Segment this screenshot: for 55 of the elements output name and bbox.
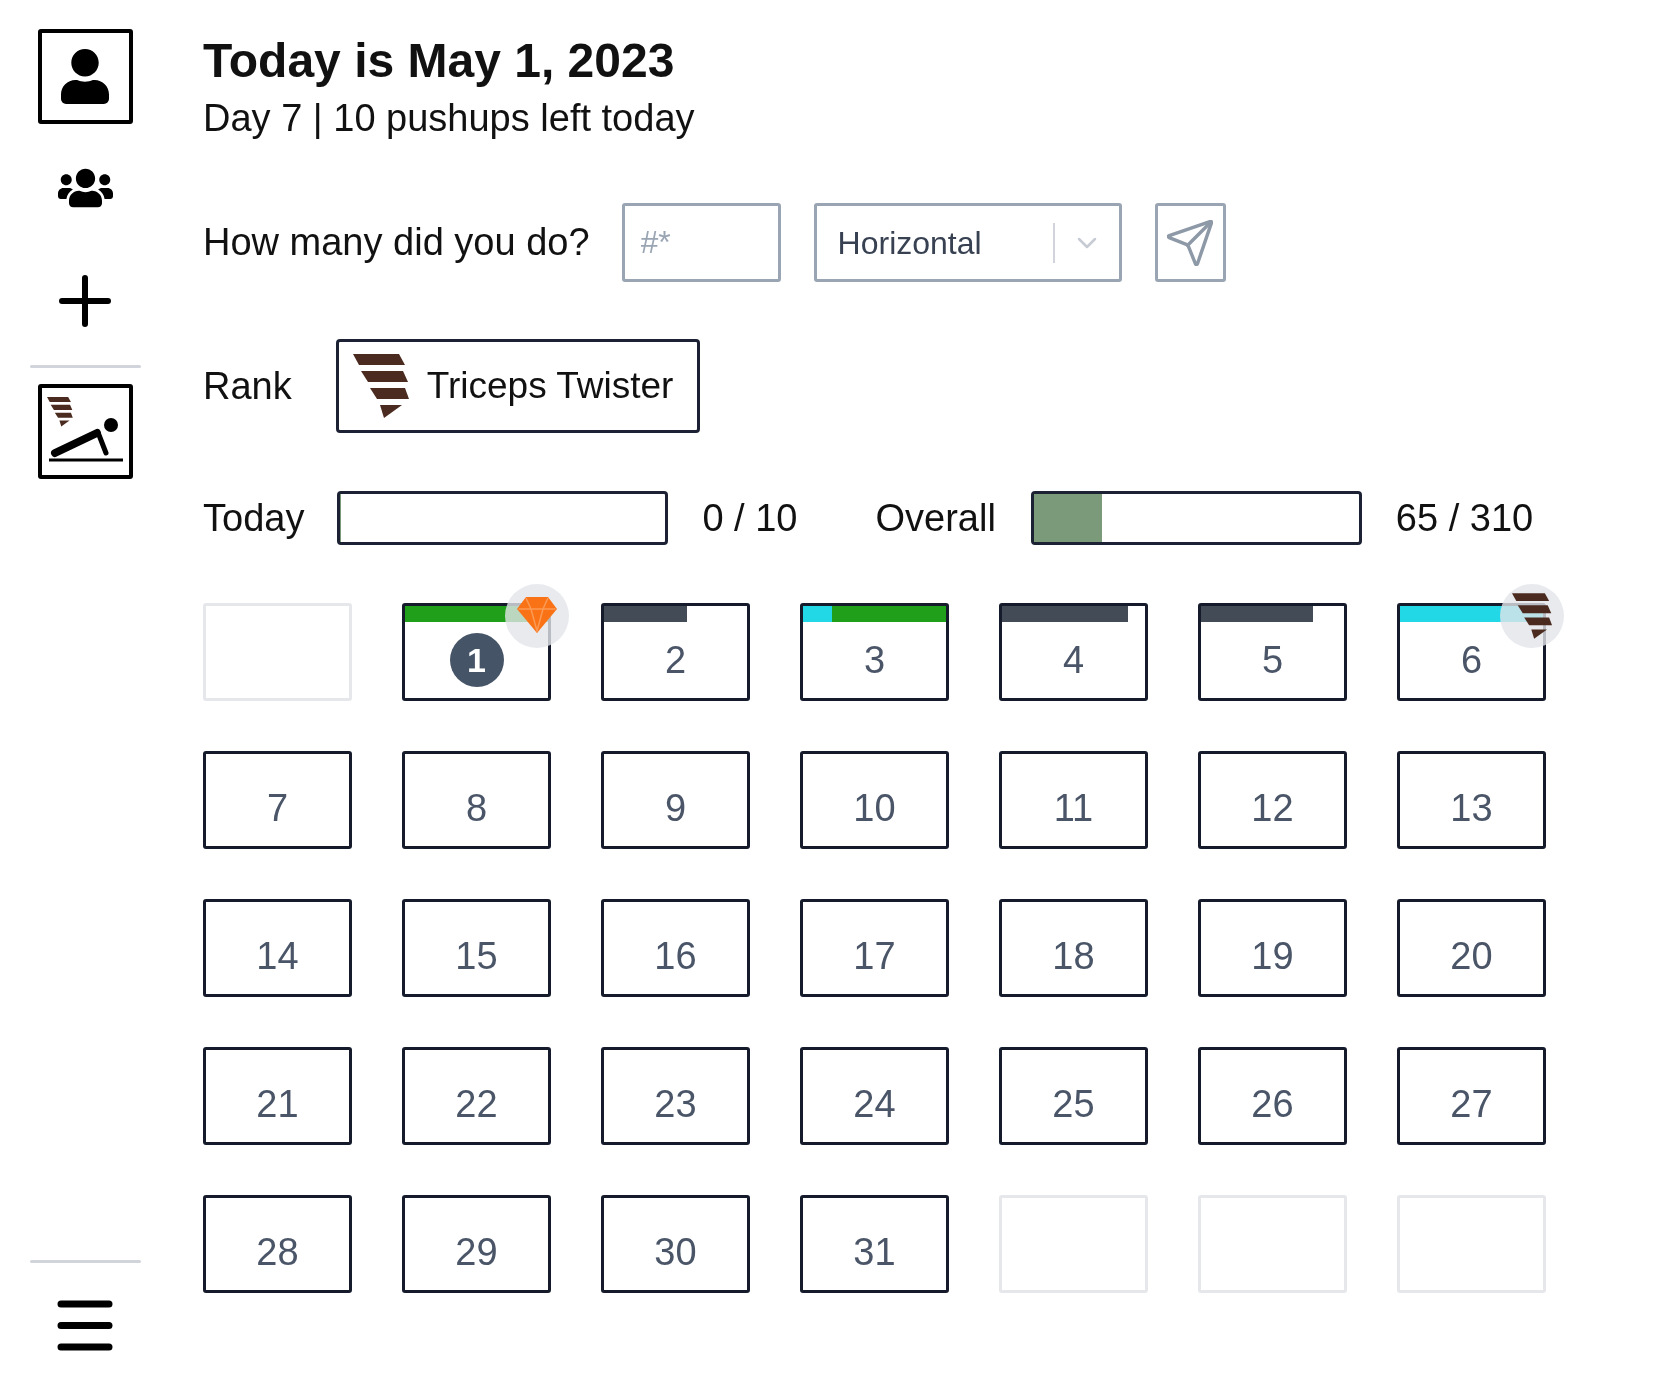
day-number: 6 xyxy=(1460,641,1483,679)
day-number: 8 xyxy=(465,789,488,827)
count-prompt: How many did you do? xyxy=(203,220,590,265)
day-number: 10 xyxy=(853,789,896,827)
rank-label: Rank xyxy=(203,363,292,409)
progress-label: Today xyxy=(203,495,305,541)
send-button[interactable] xyxy=(1154,203,1226,282)
send-icon xyxy=(1167,219,1214,266)
day-number: 1 xyxy=(449,633,504,687)
day-number: 30 xyxy=(654,1233,697,1271)
day-number: 3 xyxy=(863,641,886,679)
day-number: 31 xyxy=(853,1233,896,1271)
add-button[interactable] xyxy=(59,275,111,327)
day-number: 11 xyxy=(1053,789,1094,827)
plus-icon xyxy=(59,275,111,327)
day-number: 21 xyxy=(256,1085,299,1123)
person-icon xyxy=(61,49,109,104)
menu-button[interactable] xyxy=(57,1300,113,1351)
count-input[interactable]: #* xyxy=(621,203,781,282)
group-icon xyxy=(57,166,113,210)
day-number: 2 xyxy=(664,641,687,679)
day-number: 26 xyxy=(1251,1085,1294,1123)
day-number: 28 xyxy=(256,1233,299,1271)
day-number: 24 xyxy=(853,1085,896,1123)
day-number: 20 xyxy=(1450,937,1493,975)
day-number: 22 xyxy=(455,1085,498,1123)
day-number: 18 xyxy=(1052,937,1095,975)
day-number: 15 xyxy=(455,937,498,975)
day-number: 5 xyxy=(1261,641,1284,679)
rank-name: Triceps Twister xyxy=(426,364,674,409)
menu-icon xyxy=(57,1300,113,1351)
day-number: 4 xyxy=(1062,641,1085,679)
friends-button[interactable] xyxy=(57,166,113,210)
day-number: 14 xyxy=(256,937,299,975)
page-title: Today is May 1, 2023 xyxy=(203,33,675,89)
tornado-icon xyxy=(352,354,409,418)
progress-label: Overall xyxy=(875,495,996,541)
day-number: 29 xyxy=(455,1233,498,1271)
day-number: 19 xyxy=(1251,937,1294,975)
challenge-button[interactable] xyxy=(37,384,133,479)
day-number: 13 xyxy=(1450,789,1493,827)
day-number: 25 xyxy=(1052,1085,1095,1123)
type-select[interactable]: Horizontal xyxy=(813,203,1122,282)
day-number: 16 xyxy=(654,937,697,975)
day-number: 27 xyxy=(1450,1085,1493,1123)
day-number: 12 xyxy=(1251,789,1294,827)
progress-reading: 0 / 10 xyxy=(702,495,798,541)
day-number: 23 xyxy=(654,1085,697,1123)
day-number: 7 xyxy=(266,789,289,827)
profile-button[interactable] xyxy=(37,29,133,124)
progress-reading: 65 / 310 xyxy=(1395,495,1534,541)
day-summary: Day 7 | 10 pushups left today xyxy=(203,96,695,141)
day-number: 17 xyxy=(853,937,896,975)
day-number: 9 xyxy=(664,789,687,827)
chevron-down-icon xyxy=(1076,236,1097,249)
